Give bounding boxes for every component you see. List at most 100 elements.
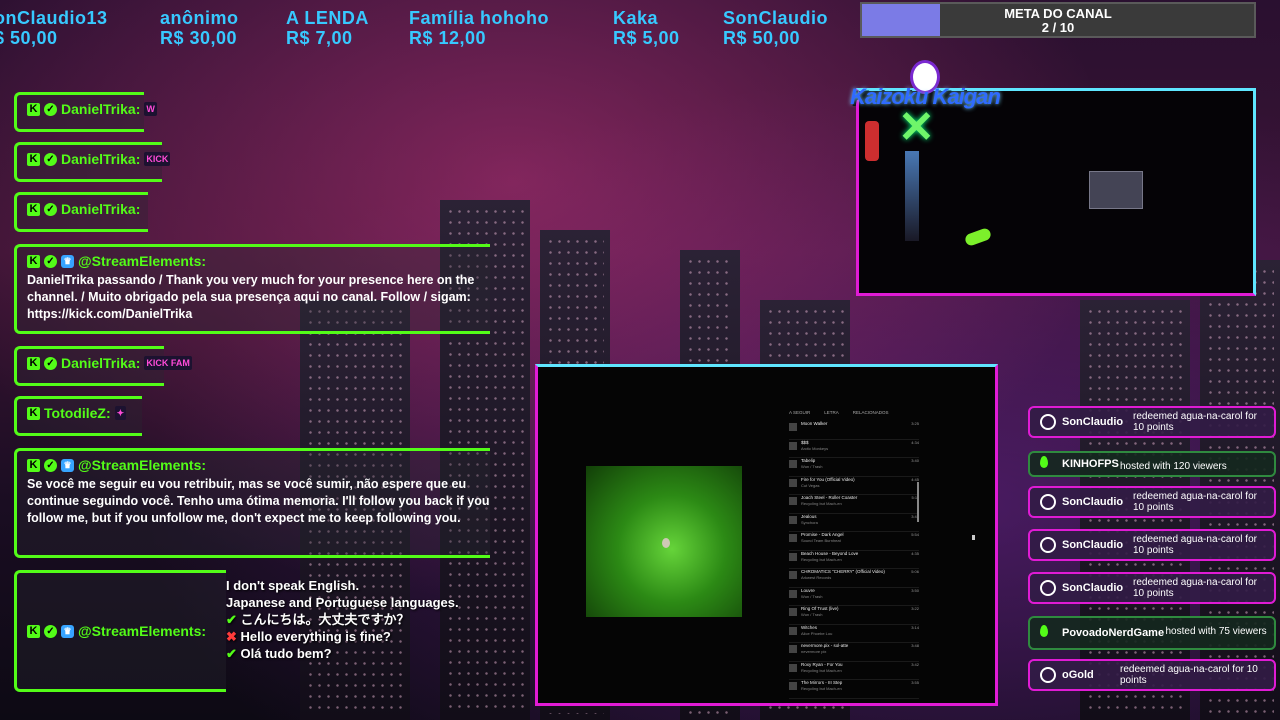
playlist-scrollbar[interactable]	[917, 482, 919, 522]
event-action: redeemed agua-na-carol for 10 points	[1133, 577, 1257, 599]
chat-username: DanielTrika:	[61, 201, 141, 217]
track-duration: 3:40	[911, 458, 919, 463]
chat-message: K TotodileZ: ✦	[14, 396, 142, 436]
donor-item: Kaka R$ 5,00	[613, 8, 680, 48]
track-thumbnail	[789, 478, 797, 487]
verified-badge-icon: ✓	[44, 102, 57, 116]
playlist-row[interactable]: Louvre Wun / Trash 3:50	[789, 587, 919, 606]
event-user: KINHOFPS	[1062, 458, 1119, 470]
chat-message-text: DanielTrika passando / Thank you very mu…	[27, 273, 475, 321]
kick-badge-icon: K	[27, 254, 40, 268]
playlist-row[interactable]: The Mirrors - III Step Recycling but Mach…	[789, 680, 919, 699]
donor-item: A LENDA R$ 7,00	[286, 8, 369, 48]
tab-up-next[interactable]: A SEGUIR	[789, 410, 810, 415]
chat-message: K ✓ DanielTrika: KICK	[14, 142, 171, 182]
track-duration: 5:06	[911, 569, 919, 574]
track-thumbnail	[789, 515, 797, 524]
check-icon: ✔	[226, 612, 237, 627]
channel-points-icon	[1040, 667, 1056, 683]
rabbit-figure	[662, 538, 670, 548]
playlist-row[interactable]: Ring Of Trust (live) Wun / Trash 3:22	[789, 606, 919, 625]
album-art	[586, 466, 742, 617]
chat-emote: W	[144, 102, 157, 116]
track-thumbnail	[789, 497, 797, 505]
channel-points-icon	[1040, 414, 1056, 430]
redeem-event: SonClaudio redeemed agua-na-carol for 10 …	[1028, 572, 1276, 604]
playlist-row[interactable]: Beach House - Beyond Love Recycling but M…	[789, 551, 919, 569]
track-artist: Alice Phoebe Lou	[801, 630, 833, 636]
host-icon	[1040, 625, 1048, 637]
monitor	[1089, 171, 1143, 209]
track-duration: 5:54	[911, 532, 919, 537]
track-artist: Synchora	[801, 519, 818, 525]
track-thumbnail	[789, 589, 797, 598]
redeem-event: SonClaudio redeemed agua-na-carol for 10 …	[1028, 406, 1276, 438]
x-icon: ✖	[226, 629, 237, 644]
redeem-event: SonClaudio redeemed agua-na-carol for 10 …	[1028, 486, 1276, 518]
track-title: Roxy Ryan - For You	[801, 661, 843, 667]
track-artist: Wun / Trash	[801, 464, 823, 469]
playlist-row[interactable]: nevermore.pix - sol-atte nevermore pix 3:4…	[789, 643, 919, 662]
moderator-badge-icon: ♛	[61, 254, 74, 268]
host-event: PovoadoNerdGame hosted with 75 viewers	[1028, 616, 1276, 650]
chat-message-text: Se você me seguir eu vou retribuir, mas …	[27, 477, 490, 525]
tab-related[interactable]: RELACIONADOS	[853, 410, 889, 415]
channel-points-icon	[1040, 580, 1056, 596]
chat-username: @StreamElements:	[78, 457, 207, 473]
verified-badge-icon: ✓	[44, 202, 57, 216]
channel-goal-bar: META DO CANAL 2 / 10	[860, 2, 1256, 38]
chat-emote: KICK FAM	[144, 356, 192, 370]
event-user: SonClaudio	[1062, 539, 1124, 551]
playlist-row[interactable]: CHROMATICS "CHERRY" (Official Video) Arkw…	[789, 569, 919, 588]
playlist-row[interactable]: Jealous Synchora 3:49	[789, 514, 919, 532]
playlist-row[interactable]: Roxy Ryan - For You Recycling but Mach-en…	[789, 661, 919, 680]
kick-badge-icon: K	[27, 152, 40, 166]
event-user: SonClaudio	[1062, 582, 1124, 594]
track-artist: Arctic Monkeys	[801, 445, 829, 451]
event-action: redeemed agua-na-carol for 10 points	[1133, 534, 1257, 556]
chat-message: K ✓ ♛ @StreamElements: Se você me seguir eu…	[14, 448, 490, 558]
event-user: SonClaudio	[1062, 416, 1124, 428]
kick-badge-icon: K	[27, 458, 40, 472]
playlist-row[interactable]: Witches Alice Phoebe Lou 3:14	[789, 624, 919, 643]
host-event: KINHOFPS hosted with 120 viewers	[1028, 451, 1276, 477]
goal-label: META DO CANAL 2 / 10	[862, 7, 1254, 35]
track-thumbnail	[789, 423, 797, 431]
track-duration: 3:14	[911, 624, 919, 630]
track-thumbnail	[789, 663, 797, 672]
track-artist: Recycling but Mach-en	[801, 686, 842, 691]
tab-lyrics[interactable]: LETRA	[824, 410, 839, 415]
track-thumbnail	[789, 534, 797, 542]
event-action: hosted with 120 viewers	[1120, 461, 1227, 472]
playlist-row[interactable]: Joach Steel - Roller Coaster Recycling bu…	[789, 495, 919, 514]
verified-badge-icon: ✓	[44, 458, 57, 472]
track-artist: Sound Team Burnheat	[801, 538, 841, 543]
chat-message: K ✓ ♛ @StreamElements: DanielTrika passando…	[14, 244, 490, 334]
chat-emote: ✦	[114, 406, 127, 420]
channel-points-icon	[1040, 494, 1056, 510]
track-artist: Cut Vegas	[801, 482, 820, 488]
playlist-row[interactable]: Fire for You (Official Video) Cut Vegas 4:…	[789, 476, 919, 495]
playlist-row[interactable]: Moon Walker 3:25	[789, 421, 919, 440]
light-strip	[905, 151, 919, 241]
playlist-row[interactable]: $$$ Arctic Monkeys 4:34	[789, 440, 919, 458]
notice-line: こんにちは。大丈夫ですか？	[240, 612, 410, 627]
playlist-row[interactable]: Tabelip Wun / Trash 3:40	[789, 458, 919, 477]
verified-badge-icon: ✓	[44, 624, 57, 638]
mouse-cursor-icon	[972, 535, 975, 540]
track-duration: 3:55	[911, 680, 919, 685]
track-thumbnail	[789, 682, 797, 690]
track-artist: nevermore pix	[801, 649, 827, 654]
chat-message: K ✓ DanielTrika:	[14, 192, 148, 232]
music-playlist[interactable]: A SEGUIR LETRA RELACIONADOS Moon Walker 3…	[789, 410, 919, 699]
track-duration: 3:50	[911, 587, 919, 593]
track-thumbnail	[789, 626, 797, 635]
track-duration: 4:45	[911, 476, 919, 482]
donor-item: Família hohoho R$ 12,00	[409, 8, 549, 48]
redeem-event: oGold redeemed agua-na-carol for 10 point…	[1028, 659, 1276, 691]
check-icon: ✔	[226, 646, 237, 661]
notice-line: I don't speak English.	[226, 578, 360, 593]
playlist-row[interactable]: Promise - Dark Angel Sound Team Burnheat 5…	[789, 532, 919, 551]
event-user: PovoadoNerdGame	[1062, 627, 1165, 639]
kick-badge-icon: K	[27, 202, 40, 216]
